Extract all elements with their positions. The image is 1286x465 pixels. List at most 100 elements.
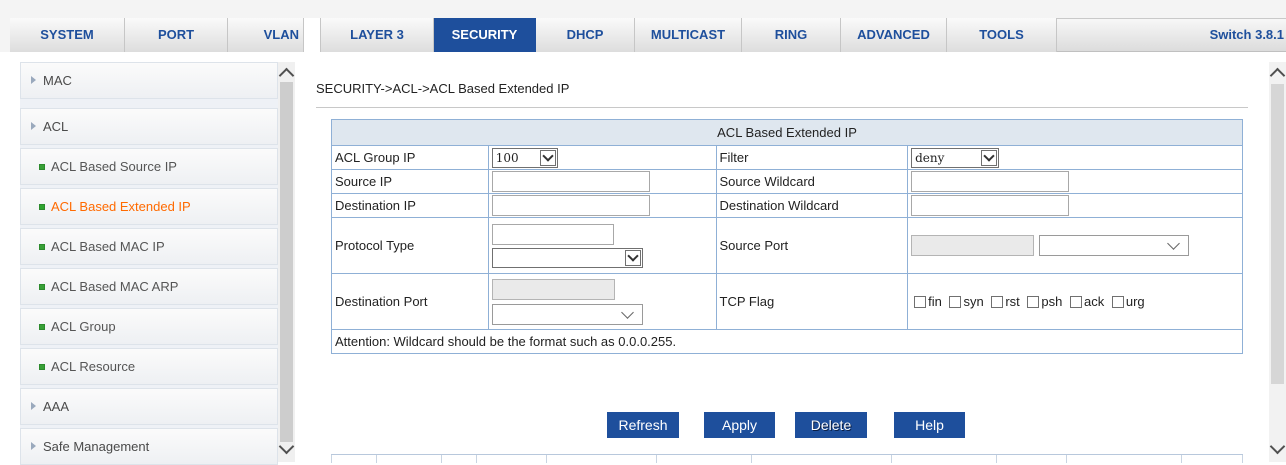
sidebar-item-acl-group[interactable]: ACL Group [20,308,278,345]
destination-ip-input[interactable] [491,195,650,216]
bullet-icon [39,204,45,210]
protocol-type-label: Protocol Type [331,217,489,274]
protocol-type-input[interactable] [491,223,614,245]
sidebar-item-label: ACL Resource [51,359,136,374]
filter-select[interactable]: deny [911,147,1000,168]
scroll-up-icon[interactable] [1269,67,1286,84]
source-port-select[interactable] [1039,235,1190,256]
source-port-input [911,235,1035,256]
flag-label-ack: ack [1084,294,1105,309]
tcp-flag-label: TCP Flag [715,273,909,330]
source-wildcard-label: Source Wildcard [715,169,909,194]
source-port-label: Source Port [715,217,909,274]
tab-separator [304,18,321,52]
sidebar-item-label: MAC [43,73,72,88]
tab-system[interactable]: SYSTEM [10,18,125,52]
tab-vlan[interactable]: VLAN [228,18,304,52]
sidebar-item-label: Safe Management [43,439,150,454]
tab-multicast[interactable]: MULTICAST [635,18,742,52]
sidebar-item-acl-based-extended-ip[interactable]: ACL Based Extended IP [20,188,278,225]
divider [316,107,1248,108]
flag-label-urg: urg [1125,294,1145,309]
checkbox-ack[interactable] [1070,296,1083,308]
expand-arrow-icon [31,122,36,130]
destination-port-input [491,278,615,300]
sidebar-item-label: AAA [43,399,70,414]
breadcrumb: SECURITY->ACL->ACL Based Extended IP [316,81,570,96]
acl-group-ip-value: 100 [495,150,519,165]
tab-tools[interactable]: TOOLS [947,18,1057,52]
attention-note: Attention: Wildcard should be the format… [331,329,1243,354]
checkbox-syn[interactable] [949,296,962,308]
main-scrollbar[interactable] [1269,62,1286,462]
bullet-icon [39,164,45,170]
checkbox-psh[interactable] [1027,296,1040,308]
tab-port[interactable]: PORT [125,18,228,52]
tab-advanced[interactable]: ADVANCED [841,18,947,52]
source-wildcard-input[interactable] [911,171,1070,192]
expand-arrow-icon [31,76,36,84]
protocol-type-select[interactable] [491,247,643,268]
scroll-up-icon[interactable] [278,67,295,84]
checkbox-rst[interactable] [991,296,1004,308]
help-button[interactable]: Help [894,412,965,438]
sidebar-item-acl-based-mac-arp[interactable]: ACL Based MAC ARP [20,268,278,305]
sidebar-item-acl-based-mac-ip[interactable]: ACL Based MAC IP [20,228,278,265]
source-ip-input[interactable] [491,171,650,192]
sidebar-item-safe-management[interactable]: Safe Management [20,428,278,465]
bullet-icon [39,284,45,290]
bullet-icon [39,364,45,370]
destination-ip-label: Destination IP [331,193,489,218]
chevron-down-icon[interactable] [1166,240,1178,250]
sidebar-item-label: ACL Based Source IP [51,159,177,174]
expand-arrow-icon [31,442,36,450]
sidebar-item-label: ACL Group [51,319,116,334]
acl-group-ip-select[interactable]: 100 [491,147,558,168]
delete-button[interactable]: Delete [795,412,867,438]
filter-label: Filter [715,145,909,170]
checkbox-fin[interactable] [914,296,927,308]
version-label: Switch 3.8.1 [1209,27,1284,42]
flag-label-psh: psh [1041,294,1063,309]
acl-extended-ip-form: ACL Based Extended IP ACL Group IP 100 F… [331,119,1243,354]
destination-port-label: Destination Port [331,273,489,330]
destination-wildcard-input[interactable] [911,195,1070,216]
tab-dhcp[interactable]: DHCP [536,18,635,52]
chevron-down-icon[interactable] [620,309,632,319]
scroll-thumb[interactable] [1271,84,1284,384]
tab-ring[interactable]: RING [742,18,841,52]
scroll-down-icon[interactable] [1269,438,1286,455]
sidebar-item-acl-resource[interactable]: ACL Resource [20,348,278,385]
scroll-thumb[interactable] [280,82,293,442]
bullet-icon [39,324,45,330]
flag-label-rst: rst [1005,294,1020,309]
bullet-icon [39,244,45,250]
sidebar-item-acl-based-source-ip[interactable]: ACL Based Source IP [20,148,278,185]
source-ip-label: Source IP [331,169,489,194]
sidebar-item-label: ACL Based MAC ARP [51,279,179,294]
sidebar-item-mac[interactable]: MAC [20,62,278,99]
button-row: Refresh Apply Delete Help [300,412,1270,442]
table-title: ACL Based Extended IP [331,119,1243,146]
sidebar-item-acl[interactable]: ACL [20,108,278,145]
tab-security[interactable]: SECURITY [434,18,536,52]
tab-layer3[interactable]: LAYER 3 [321,18,434,52]
sidebar-item-label: ACL [43,119,69,134]
filter-value: deny [915,150,945,165]
sidebar-scrollbar[interactable] [278,62,295,462]
chevron-down-icon[interactable] [981,149,998,166]
apply-button[interactable]: Apply [704,412,775,438]
checkbox-urg[interactable] [1111,296,1124,308]
destination-wildcard-label: Destination Wildcard [715,193,909,218]
sidebar-item-label: ACL Based Extended IP [51,199,191,214]
acl-group-ip-label: ACL Group IP [331,145,489,170]
sidebar-item-label: ACL Based MAC IP [51,239,165,254]
chevron-down-icon[interactable] [624,249,641,266]
main-content: SECURITY->ACL->ACL Based Extended IP ACL… [300,62,1270,463]
sidebar: MAC ACL ACL Based Source IP ACL Based Ex… [20,62,278,465]
sidebar-item-aaa[interactable]: AAA [20,388,278,425]
chevron-down-icon[interactable] [539,149,556,166]
flag-label-syn: syn [963,294,984,309]
refresh-button[interactable]: Refresh [607,412,679,438]
destination-port-select[interactable] [491,303,643,325]
